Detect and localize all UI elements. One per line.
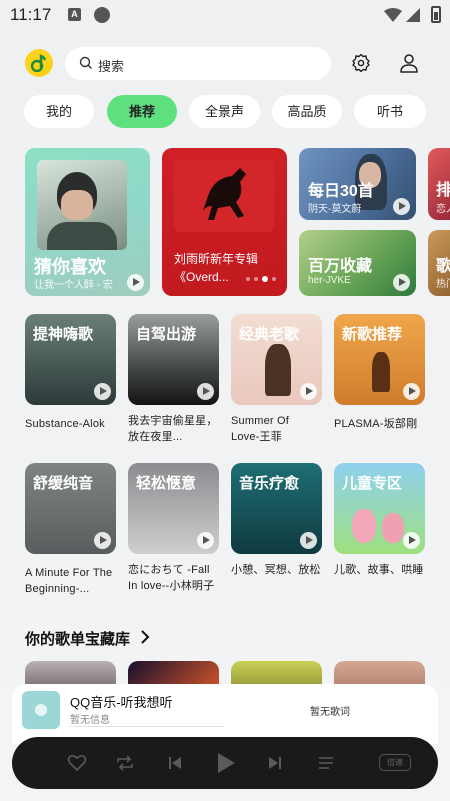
lyric-text[interactable]: 暂无歌词 <box>310 703 350 718</box>
ranking-card[interactable]: 排 恋人 <box>428 148 450 220</box>
playlist-energize[interactable]: 提神嗨歌 <box>25 314 116 405</box>
play-icon[interactable] <box>403 532 420 549</box>
search-icon <box>79 56 92 69</box>
playlist-title: 新歌推荐 <box>342 326 403 343</box>
playlist-title: 音乐疗愈 <box>239 475 300 492</box>
category-tabs: 我的 推荐 全景声 高品质 听书 <box>24 95 426 129</box>
search-bar[interactable]: 搜索 <box>65 47 331 80</box>
million-subtitle: her-JVKE <box>308 275 351 286</box>
mini-player[interactable]: QQ音乐-听我想听 暂无信息 暂无歌词 <box>12 684 438 744</box>
playlist-relax[interactable]: 轻松惬意 <box>128 463 219 554</box>
disc-icon <box>35 704 47 716</box>
playlist-caption: PLASMA-坂部剛 <box>334 418 418 430</box>
playlist-queue-icon[interactable] <box>317 753 335 773</box>
carousel-dot <box>254 277 258 281</box>
playlist-caption: 儿歌、故事、哄睡 <box>334 564 424 576</box>
play-icon[interactable] <box>127 274 144 291</box>
playlist-healing[interactable]: 音乐疗愈 <box>231 463 322 554</box>
playlist-title: 轻松惬意 <box>136 475 197 492</box>
ranking-subtitle: 恋人 <box>436 204 450 215</box>
tab-spatial-audio[interactable]: 全景声 <box>189 95 260 128</box>
songs-subtitle: 热门 <box>436 279 450 290</box>
mini-player-subtitle: 暂无信息 <box>70 715 110 726</box>
playback-speed-button[interactable]: 倍速 <box>379 754 411 771</box>
carousel-dot-active <box>262 276 268 282</box>
play-icon[interactable] <box>197 383 214 400</box>
playlist-caption: Substance-Alok <box>25 418 105 430</box>
signal-icon <box>406 8 420 22</box>
playlist-new-songs[interactable]: 新歌推荐 <box>334 314 425 405</box>
playback-control-bar: 倍速 <box>12 737 438 789</box>
playlist-title: 提神嗨歌 <box>33 326 94 343</box>
daily-subtitle: 阴天-莫文蔚 <box>308 204 362 215</box>
notification-dot-icon <box>94 7 110 23</box>
tab-hi-quality[interactable]: 高品质 <box>272 95 342 128</box>
mini-player-title: QQ音乐-听我想听 <box>70 695 173 710</box>
play-icon[interactable] <box>393 274 410 291</box>
new-album-card[interactable]: 刘雨昕新年专辑 《Overd... <box>162 148 287 296</box>
playlist-caption: A Minute For The Beginning-... <box>25 567 113 595</box>
ranking-title: 排 <box>436 182 450 199</box>
playlist-title: 经典老歌 <box>239 326 300 343</box>
user-icon[interactable] <box>398 52 420 74</box>
tab-audiobook[interactable]: 听书 <box>354 95 426 128</box>
million-title: 百万收藏 <box>308 258 373 275</box>
play-icon[interactable] <box>393 198 410 215</box>
header: 搜索 <box>0 46 450 82</box>
repeat-icon[interactable] <box>115 753 135 773</box>
album-cover <box>174 160 274 232</box>
play-icon[interactable] <box>300 383 317 400</box>
playlist-roadtrip[interactable]: 自驾出游 <box>128 314 219 405</box>
keyboard-indicator-icon: A <box>68 8 81 21</box>
guess-you-like-card[interactable]: 猜你喜欢 让我一个人醉 - 宏 <box>25 148 150 296</box>
wifi-icon <box>384 8 402 22</box>
daily-title: 每日30首 <box>308 183 374 200</box>
tab-recommend[interactable]: 推荐 <box>107 95 177 128</box>
play-icon[interactable] <box>94 532 111 549</box>
section-title[interactable]: 你的歌单宝藏库 <box>25 628 130 649</box>
heart-icon[interactable] <box>67 753 87 773</box>
playlist-kids[interactable]: 儿童专区 <box>334 463 425 554</box>
playlist-soothing[interactable]: 舒缓纯音 <box>25 463 116 554</box>
playlist-caption: 小憩、冥想、放松 <box>231 564 321 576</box>
songs-title: 歌 <box>436 258 450 275</box>
playlist-classics[interactable]: 经典老歌 <box>231 314 322 405</box>
playlist-title: 自驾出游 <box>136 326 197 343</box>
carousel-dot <box>272 277 276 281</box>
playlist-title: 儿童专区 <box>342 475 403 492</box>
progress-track <box>70 726 224 727</box>
album-line2: 《Overd... <box>174 270 229 284</box>
play-icon[interactable] <box>300 532 317 549</box>
status-bar: 11:17 A <box>0 0 450 30</box>
play-icon[interactable] <box>197 532 214 549</box>
play-icon[interactable] <box>216 751 236 775</box>
guess-subtitle: 让我一个人醉 - 宏 <box>34 280 113 291</box>
status-time: 11:17 <box>10 5 52 24</box>
app-logo-icon[interactable] <box>25 49 53 77</box>
album-line1: 刘雨昕新年专辑 <box>174 252 259 266</box>
album-cover <box>37 160 127 250</box>
daily-30-card[interactable]: 每日30首 阴天-莫文蔚 <box>299 148 416 220</box>
next-icon[interactable] <box>267 753 283 773</box>
previous-icon[interactable] <box>167 753 183 773</box>
carousel-dot <box>246 277 250 281</box>
tab-mine[interactable]: 我的 <box>24 95 94 128</box>
playlist-caption: Summer Of Love-王菲 <box>231 415 290 443</box>
search-placeholder: 搜索 <box>98 59 125 74</box>
songs-card[interactable]: 歌 热门 <box>428 230 450 296</box>
million-favorites-card[interactable]: 百万收藏 her-JVKE <box>299 230 416 296</box>
play-icon[interactable] <box>94 383 111 400</box>
gear-icon[interactable] <box>351 53 371 73</box>
playlist-caption: 恋におちて -Fall In love--小林明子 <box>128 564 215 592</box>
mini-player-cover <box>22 691 60 729</box>
playlist-title: 舒缓纯音 <box>33 475 94 492</box>
playlist-caption: 我去宇宙偷星星，放在夜里... <box>128 415 218 443</box>
battery-icon <box>431 6 441 23</box>
play-icon[interactable] <box>403 383 420 400</box>
chevron-right-icon[interactable] <box>140 630 150 644</box>
